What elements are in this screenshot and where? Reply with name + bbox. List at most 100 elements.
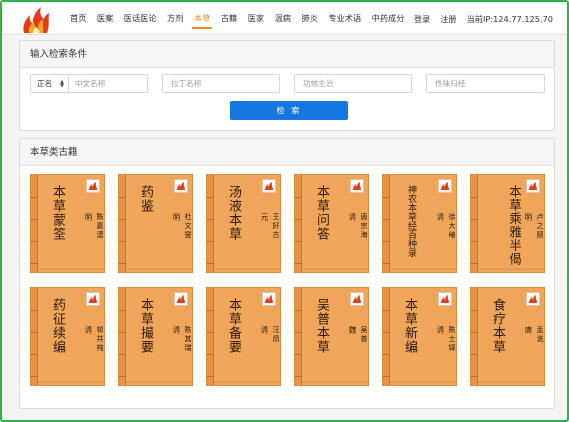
book-card[interactable]: 本草乘雅半偈明卢之颐 [470,174,545,273]
book-edge [390,268,456,270]
book-edge [126,268,192,270]
book-title: 吴普本草 [314,298,329,354]
book-edge [302,268,368,270]
book-spine [295,175,302,272]
book-spine [119,288,126,385]
book-card[interactable]: 本草撮要清陈其瑞 [118,287,193,386]
book-spine [31,288,38,385]
book-title: 药征续编 [50,298,65,354]
book-title: 汤液本草 [226,185,241,241]
book-card[interactable]: 食疗本草唐孟诜 [470,287,545,386]
name-type-select[interactable]: 正名 ▲ ▼ [31,75,69,92]
name-type-search-field: 正名 ▲ ▼ 中文名称 [30,74,148,93]
book-edge [390,381,456,383]
book-author: 唐宗海 [360,213,368,240]
nav-item[interactable]: 医话医论 [124,2,157,35]
nav-item[interactable]: 温病 [275,2,291,35]
flame-stamp-icon [262,179,276,193]
book-dynasty: 清 [436,213,445,221]
book-edge [126,381,192,383]
book-card[interactable]: 神农本草经百种录 清徐大椿 [382,174,457,273]
flame-logo-icon[interactable] [20,5,52,35]
nav-item[interactable]: 古籍 [221,2,237,35]
nav-item[interactable]: 方剂 [167,2,183,35]
book-card[interactable]: 本草新编清陈士铎 [382,287,457,386]
book-title: 食疗本草 [490,298,505,354]
book-title: 本草新编 [402,298,417,354]
book-spine [207,288,214,385]
flame-stamp-icon [350,292,364,306]
book-author: 陈其瑞 [184,326,192,353]
flame-stamp-icon [438,179,452,193]
flame-stamp-icon [174,179,188,193]
latin-name-input[interactable]: 拉丁名称 [162,74,280,93]
nav-item[interactable]: 肺炎 [302,2,318,35]
account-links: 登录 注册 当前IP:124.77.125.70 [404,2,553,35]
top-navbar: 首页 医案 医话医论 方剂 本草 古籍 医家 温病 肺炎 专业术语 中药成分 登录 注册 当前IP:… [2,2,567,35]
book-spine [31,175,38,272]
flame-stamp-icon [174,292,188,306]
book-edge [478,381,544,383]
book-dynasty: 明 [524,213,533,221]
flame-stamp-icon [526,292,540,306]
book-author: 吴普 [360,326,368,344]
book-dynasty: 清 [436,326,445,334]
flame-stamp-icon [438,292,452,306]
book-edge [214,268,280,270]
book-card[interactable]: 药征续编清邨井杶 [30,287,105,386]
book-edge [38,268,104,270]
book-title: 药鉴 [138,185,153,213]
select-updown-icon: ▲ ▼ [60,78,64,89]
book-author: 邨井杶 [96,326,104,353]
nav-item[interactable]: 本草 [191,2,213,35]
book-card[interactable]: 汤液本草元王好古 [206,174,281,273]
book-author: 杜文燮 [184,213,192,240]
main-nav: 首页 医案 医话医论 方剂 本草 古籍 医家 温病 肺炎 专业术语 中药成分 [70,2,415,35]
book-author: 陈士铎 [448,326,456,353]
book-title: 本草问答 [314,185,329,241]
nav-item[interactable]: 中药成分 [372,2,405,35]
book-spine [207,175,214,272]
nav-item[interactable]: 医家 [248,2,264,35]
chinese-name-input[interactable]: 中文名称 [69,75,105,92]
book-edge [478,268,544,270]
register-link[interactable]: 注册 [440,13,456,25]
login-link[interactable]: 登录 [414,13,430,25]
book-author: 孟诜 [536,326,544,344]
book-spine [471,288,478,385]
book-dynasty: 魏 [348,326,357,334]
books-panel: 本草类古籍 本草蒙筌明陈嘉谟 药鉴明杜文燮 汤液本草元王好古 本草问答清唐宗海 神农本草… [19,138,555,409]
flame-stamp-icon [262,292,276,306]
book-spine [383,288,390,385]
nature-meridian-input[interactable]: 性味归经 [426,74,545,93]
book-spine [471,175,478,272]
search-panel: 输入检索条件 正名 ▲ ▼ 中文名称 拉丁名称 功效主治 性味归经 检 索 [19,40,555,131]
nav-item[interactable]: 医案 [97,2,113,35]
book-spine [383,175,390,272]
books-panel-title: 本草类古籍 [20,139,554,166]
book-author: 陈嘉谟 [96,213,104,240]
book-card[interactable]: 本草备要清汪昂 [206,287,281,386]
book-card[interactable]: 药鉴明杜文燮 [118,174,193,273]
nav-item[interactable]: 专业术语 [328,2,361,35]
book-spine [119,175,126,272]
nav-item[interactable]: 首页 [70,2,86,35]
book-spine [295,288,302,385]
book-dynasty: 唐 [524,326,533,334]
book-card[interactable]: 本草蒙筌明陈嘉谟 [30,174,105,273]
book-dynasty: 明 [84,213,93,221]
book-card[interactable]: 吴普本草魏吴普 [294,287,369,386]
book-dynasty: 清 [348,213,357,221]
book-author: 王好古 [272,213,280,240]
book-author: 汪昂 [272,326,280,344]
book-edge [302,381,368,383]
search-panel-title: 输入检索条件 [20,41,554,68]
book-title: 本草撮要 [138,298,153,354]
name-type-select-value: 正名 [37,79,53,88]
efficacy-input[interactable]: 功效主治 [294,74,412,93]
ip-address-text: 当前IP:124.77.125.70 [466,13,553,24]
search-button[interactable]: 检 索 [230,101,348,120]
book-dynasty: 元 [260,213,269,221]
book-card[interactable]: 本草问答清唐宗海 [294,174,369,273]
book-dynasty: 清 [260,326,269,334]
